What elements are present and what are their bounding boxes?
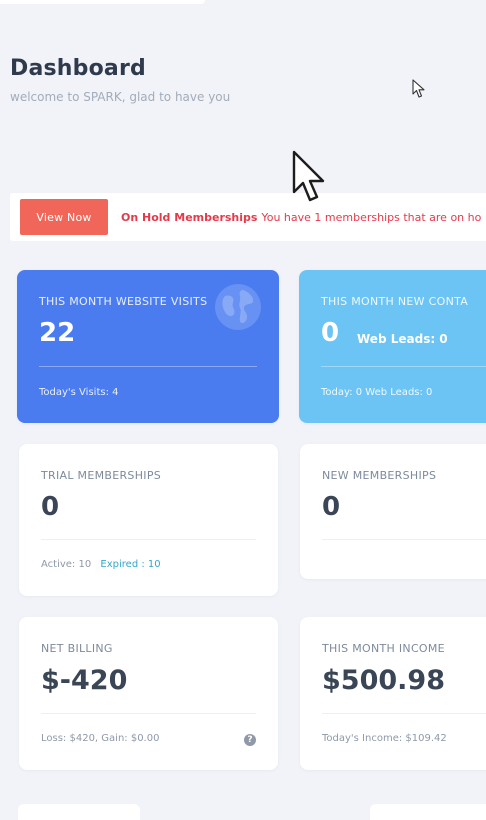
trial-memberships-label: TRIAL MEMBERSHIPS <box>41 469 162 482</box>
trial-memberships-card[interactable]: TRIAL MEMBERSHIPS 0 Active: 10 Expired :… <box>19 444 278 596</box>
on-hold-alert: View Now On Hold Memberships You have 1 … <box>10 193 486 241</box>
divider <box>321 366 486 367</box>
help-circle-icon[interactable]: ? <box>244 734 256 746</box>
month-income-label: THIS MONTH INCOME <box>322 642 445 655</box>
globe-icon <box>215 284 261 330</box>
active-count: Active: 10 <box>41 559 92 570</box>
top-bar-fragment <box>0 0 205 4</box>
divider <box>41 539 256 540</box>
website-visits-label: THIS MONTH WEBSITE VISITS <box>39 295 208 308</box>
divider <box>41 713 256 714</box>
new-contacts-label: THIS MONTH NEW CONTA <box>321 295 469 308</box>
net-billing-label: NET BILLING <box>41 642 113 655</box>
net-billing-footer: Loss: $420, Gain: $0.00 <box>41 733 160 744</box>
new-contacts-value: 0 <box>321 318 340 348</box>
new-memberships-label: NEW MEMBERSHIPS <box>322 469 437 482</box>
mouse-pointer-icon <box>412 79 425 98</box>
dashboard-page: Dashboard welcome to SPARK, glad to have… <box>0 0 486 820</box>
month-income-value: $500.98 <box>322 665 445 696</box>
divider <box>39 366 257 367</box>
mouse-pointer-icon <box>292 150 325 202</box>
alert-title: On Hold Memberships <box>121 210 258 224</box>
website-visits-card[interactable]: THIS MONTH WEBSITE VISITS 22 Today's Vis… <box>17 270 279 423</box>
trial-memberships-footer: Active: 10 Expired : 10 <box>41 559 161 570</box>
website-visits-footer: Today's Visits: 4 <box>39 387 119 398</box>
trial-memberships-value: 0 <box>41 492 60 522</box>
page-title: Dashboard <box>10 56 146 81</box>
web-leads-count: Web Leads: 0 <box>357 332 448 346</box>
month-income-card[interactable]: THIS MONTH INCOME $500.98 Today's Income… <box>300 617 486 770</box>
new-memberships-value: 0 <box>322 492 341 522</box>
net-billing-value: $-420 <box>41 665 128 696</box>
view-now-button[interactable]: View Now <box>20 199 108 235</box>
alert-message: You have 1 memberships that are on ho <box>261 210 482 224</box>
new-contacts-card[interactable]: THIS MONTH NEW CONTA 0 Web Leads: 0 Toda… <box>299 270 486 423</box>
divider <box>322 539 486 540</box>
bottom-card-left[interactable] <box>18 804 140 820</box>
website-visits-value: 22 <box>39 318 76 348</box>
bottom-card-right[interactable] <box>370 804 486 820</box>
net-billing-card[interactable]: NET BILLING $-420 Loss: $420, Gain: $0.0… <box>19 617 278 770</box>
month-income-footer: Today's Income: $109.42 <box>322 733 447 744</box>
divider <box>322 713 486 714</box>
new-memberships-card[interactable]: NEW MEMBERSHIPS 0 <box>300 444 486 579</box>
new-contacts-footer: Today: 0 Web Leads: 0 <box>321 387 433 398</box>
expired-count: Expired : 10 <box>100 559 161 570</box>
page-subtitle: welcome to SPARK, glad to have you <box>10 90 231 104</box>
